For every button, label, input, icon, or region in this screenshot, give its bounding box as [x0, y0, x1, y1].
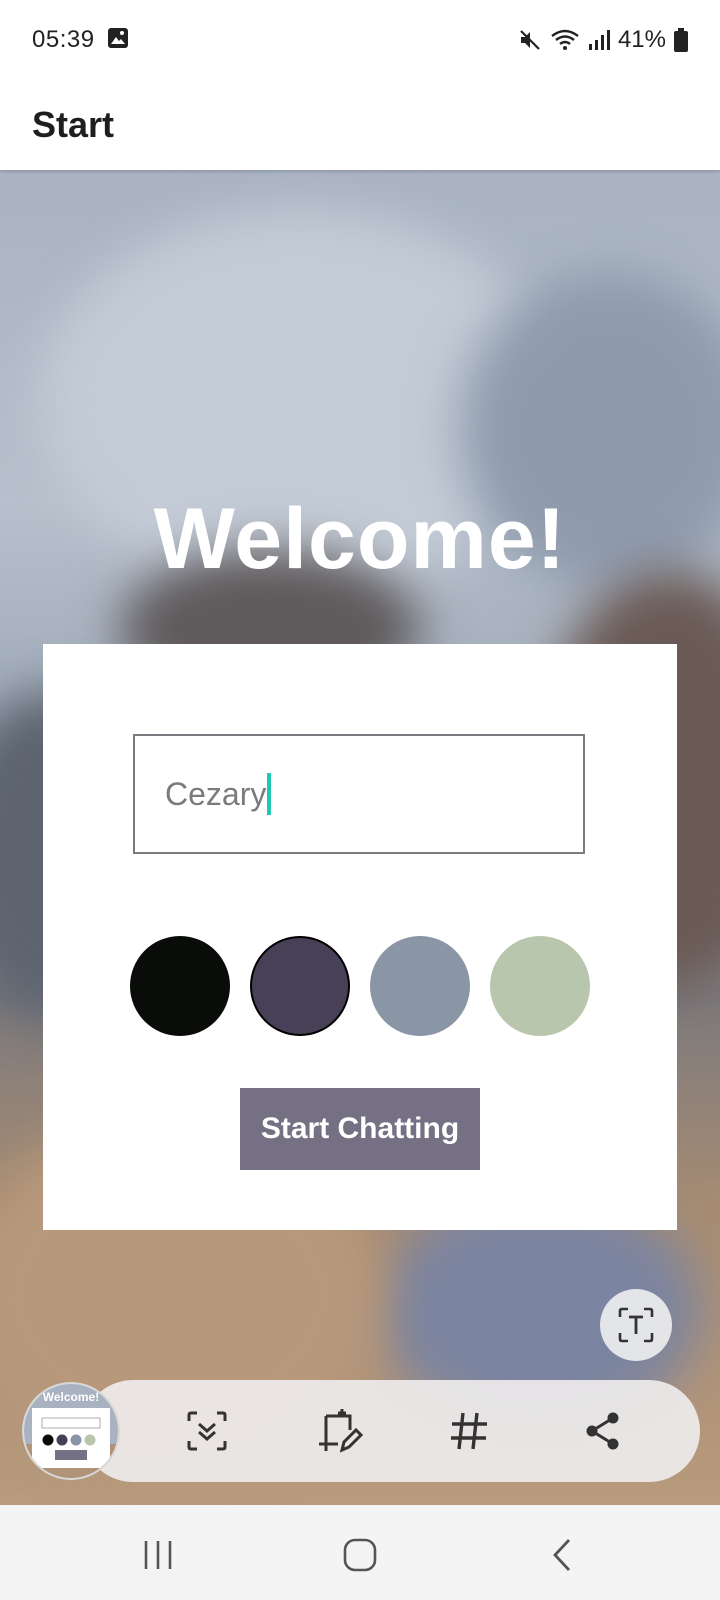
- text-extract-icon[interactable]: [600, 1289, 672, 1361]
- recent-apps-icon[interactable]: [128, 1535, 188, 1575]
- screenshot-thumbnail[interactable]: Welcome!: [22, 1382, 120, 1480]
- edit-crop-icon[interactable]: [314, 1406, 364, 1456]
- page-title: Start: [32, 104, 115, 145]
- status-bar: 05:39 41%: [0, 0, 720, 80]
- text-caret: [267, 773, 272, 815]
- screenshot-toolbar: [82, 1380, 700, 1482]
- thumbnail-title: Welcome!: [42, 1390, 100, 1404]
- app-bar: Start: [0, 80, 720, 170]
- back-icon[interactable]: [532, 1535, 592, 1575]
- color-swatch-green[interactable]: [490, 936, 590, 1036]
- wifi-icon: [550, 28, 580, 52]
- hashtag-icon[interactable]: [444, 1406, 494, 1456]
- image-icon: [107, 27, 129, 54]
- navigation-bar: [0, 1505, 720, 1600]
- color-swatch-grey-blue[interactable]: [370, 936, 470, 1036]
- battery-text: 41%: [617, 26, 666, 53]
- battery-icon: [674, 28, 688, 52]
- name-input[interactable]: Cezary: [133, 734, 585, 854]
- color-options: [130, 936, 590, 1036]
- color-swatch-purple[interactable]: [250, 936, 350, 1036]
- mute-icon: [518, 28, 542, 52]
- welcome-heading: Welcome!: [153, 491, 567, 587]
- share-icon[interactable]: [578, 1406, 628, 1456]
- login-card: Cezary Start Chatting: [43, 644, 677, 1230]
- name-input-value: Cezary: [165, 775, 267, 812]
- signal-icon: [588, 29, 610, 51]
- color-swatch-black[interactable]: [130, 936, 230, 1036]
- home-icon[interactable]: [330, 1535, 390, 1575]
- status-time: 05:39: [32, 26, 95, 53]
- scroll-capture-icon[interactable]: [182, 1406, 232, 1456]
- start-chatting-button[interactable]: Start Chatting: [240, 1088, 480, 1170]
